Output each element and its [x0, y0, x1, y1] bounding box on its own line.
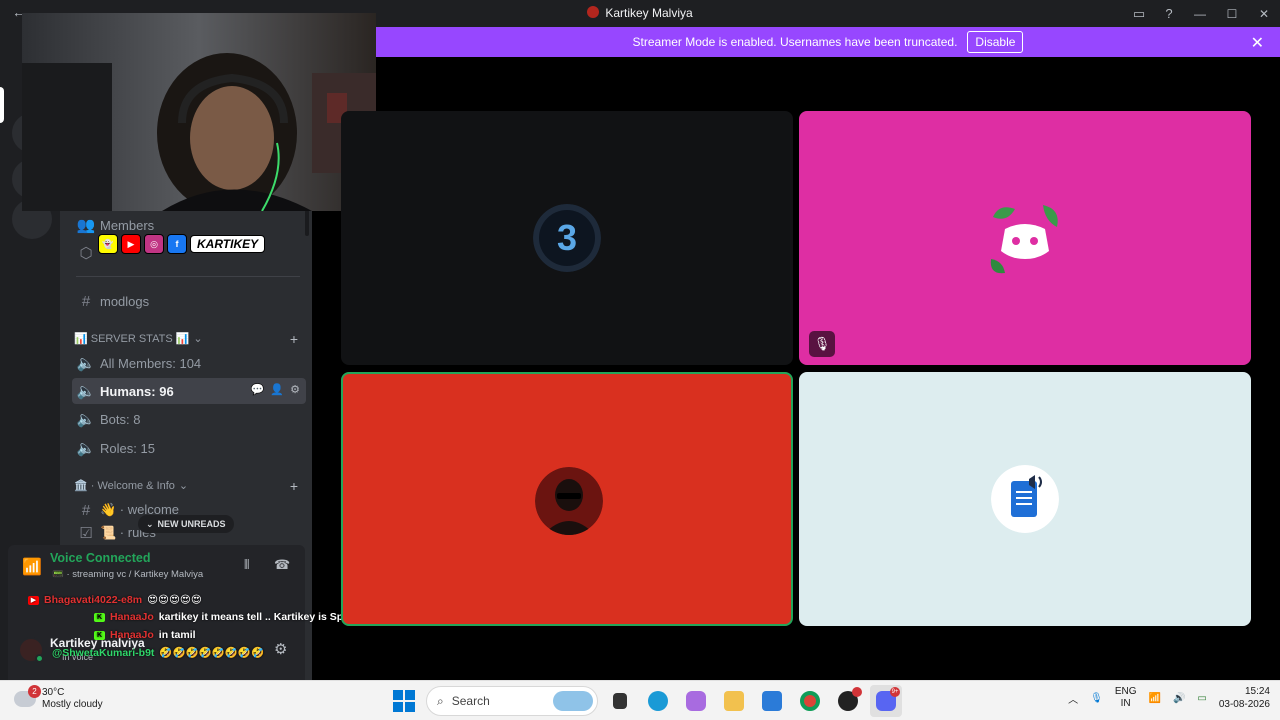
discord-taskbar-icon[interactable]: 9+ [870, 685, 902, 717]
invite-icon[interactable]: 👤 [270, 383, 284, 396]
battery-icon[interactable]: ▭ [1197, 693, 1206, 704]
avatar[interactable] [18, 637, 44, 663]
voice-connected-panel: 📶 Voice Connected 📟 · streaming vc / Kar… [8, 545, 305, 587]
edge-icon[interactable] [642, 685, 674, 717]
signal-icon[interactable]: 📶 [22, 557, 42, 577]
social-handle: KARTIKEY [190, 235, 266, 253]
channel-humans[interactable]: 🔈 Humans: 96 💬 👤 ⚙ [72, 378, 306, 404]
instagram-icon: ◎ [144, 234, 164, 254]
webcam-feed-image [22, 13, 376, 211]
minimize-button[interactable]: — [1184, 7, 1216, 21]
channel-roles[interactable]: 🔈 Roles: 15 [72, 435, 306, 461]
speaker-locked-icon: 🔈 [76, 355, 96, 372]
noise-suppression-icon[interactable]: ⫴ [244, 557, 249, 573]
speaker-locked-icon: 🔈 [76, 411, 96, 428]
close-banner-icon[interactable]: ✕ [1251, 33, 1264, 53]
wifi-icon[interactable]: 📶 [1148, 693, 1160, 704]
disable-streamer-mode-button[interactable]: Disable [967, 31, 1024, 53]
voice-channel-link[interactable]: 📟 · streaming vc / Kartikey Malviya [52, 569, 203, 580]
svg-text:3: 3 [557, 217, 577, 258]
maximize-button[interactable]: ☐ [1216, 7, 1248, 21]
start-button[interactable] [388, 685, 420, 717]
inbox-icon[interactable]: ▭ [1124, 6, 1154, 22]
speaker-locked-icon: 🔈 [76, 440, 96, 457]
help-icon[interactable]: ? [1154, 6, 1184, 21]
store-icon[interactable] [756, 685, 788, 717]
file-explorer-icon[interactable] [718, 685, 750, 717]
add-channel-icon[interactable]: + [290, 478, 298, 494]
obs-icon[interactable] [832, 685, 864, 717]
streamer-mode-text: Streamer Mode is enabled. Usernames have… [632, 35, 958, 49]
language-indicator[interactable]: ENG IN [1115, 686, 1137, 710]
shield-icon: ⬡ [79, 245, 93, 262]
close-window-button[interactable]: ✕ [1248, 7, 1280, 21]
streamer-mode-banner: Streamer Mode is enabled. Usernames have… [376, 27, 1280, 57]
category-welcome-info[interactable]: 🏛️ · Welcome & Info ⌄ + [74, 478, 304, 494]
youtube-icon: ▶ [28, 595, 39, 605]
speaker-locked-icon: 🔈 [76, 383, 96, 400]
chevron-up-icon[interactable]: ︿ [1068, 691, 1078, 706]
search-icon: ⌕ [437, 693, 444, 708]
windows-logo-icon [393, 690, 415, 712]
kick-icon: K [94, 612, 105, 622]
stage-tile-3[interactable] [341, 372, 793, 626]
settings-icon[interactable]: ⚙ [290, 383, 300, 396]
clock[interactable]: 15:24 03-08-2026 [1219, 685, 1270, 711]
notification-badge: 2 [28, 685, 41, 698]
hashtag-icon: # [81, 292, 91, 310]
voice-status: Voice Connected [50, 551, 151, 565]
muted-mic-icon: 🎙 [809, 331, 835, 357]
chrome-icon[interactable] [794, 685, 826, 717]
add-channel-icon[interactable]: + [290, 331, 298, 347]
app-logo-icon [587, 6, 600, 18]
system-tray: ︿ 🎙 ENG IN 📶 🔊 ▭ 15:24 03-08-2026 [1068, 685, 1270, 711]
channel-bots[interactable]: 🔈 Bots: 8 [72, 406, 306, 432]
stage-tile-1[interactable]: 3 [341, 111, 793, 365]
online-status-dot [35, 654, 44, 663]
weather-temp: 30°C [42, 687, 65, 698]
chat-message: ▶ Bhagavati4022-e8m 😍😍😍😍😍 [28, 594, 202, 606]
copilot-icon[interactable] [680, 685, 712, 717]
selected-server-pill [0, 87, 4, 123]
hashtag-icon: # [81, 501, 91, 519]
chat-icon[interactable]: 💬 [251, 383, 265, 396]
chevron-down-icon: ⌄ [193, 333, 203, 345]
facebook-icon: f [167, 234, 187, 254]
stage-tile-2[interactable]: 🎙 [799, 111, 1251, 365]
social-links-overlay: 👻 ▶ ◎ f KARTIKEY [98, 233, 266, 255]
category-server-stats[interactable]: 📊 SERVER STATS 📊 ⌄ + [74, 331, 304, 347]
task-view-icon[interactable] [604, 685, 636, 717]
chevron-down-icon: ⌄ [178, 480, 189, 492]
stage-tile-4[interactable] [799, 372, 1251, 626]
chevron-down-icon: ⌄ [146, 518, 154, 529]
weather-desc: Mostly cloudy [42, 699, 103, 710]
checkbox-icon: ☑ [79, 525, 93, 541]
participant-avatar [535, 467, 603, 535]
snapchat-icon: 👻 [98, 234, 118, 254]
microphone-icon[interactable]: 🎙 [1090, 693, 1103, 704]
chat-message: K HanaaJo in tamil [94, 629, 196, 641]
webcam-overlay [22, 13, 376, 211]
chat-message: @ShwetaKumari-b9t 🤣🤣🤣🤣🤣🤣🤣🤣 [52, 646, 265, 660]
participant-avatar: 3 [533, 204, 601, 272]
user-settings-gear-icon[interactable]: ⚙ [274, 640, 287, 658]
channel-modlogs[interactable]: # modlogs [72, 288, 306, 314]
new-unreads-button[interactable]: ⌄ NEW UNREADS [138, 515, 234, 533]
weather-widget[interactable]: 2 30°C Mostly cloudy [14, 685, 103, 711]
cloudy-icon: 2 [14, 685, 41, 707]
discord-logo-icon [990, 205, 1058, 274]
taskbar: 2 30°C Mostly cloudy ⌕ Search 9+ ︿ 🎙 ENG… [0, 680, 1280, 720]
kick-icon: K [94, 630, 105, 640]
volume-icon[interactable]: 🔊 [1173, 693, 1185, 704]
youtube-icon: ▶ [121, 234, 141, 254]
search-highlight-image [553, 691, 593, 711]
recording-dot [852, 687, 862, 697]
disconnect-icon[interactable]: ☎ [274, 557, 290, 573]
taskbar-search[interactable]: ⌕ Search [426, 686, 598, 716]
members-icon: 👥 [76, 217, 96, 234]
sidebar-divider [76, 276, 300, 277]
document-audio-icon [991, 465, 1059, 533]
channel-all-members[interactable]: 🔈 All Members: 104 [72, 350, 306, 376]
